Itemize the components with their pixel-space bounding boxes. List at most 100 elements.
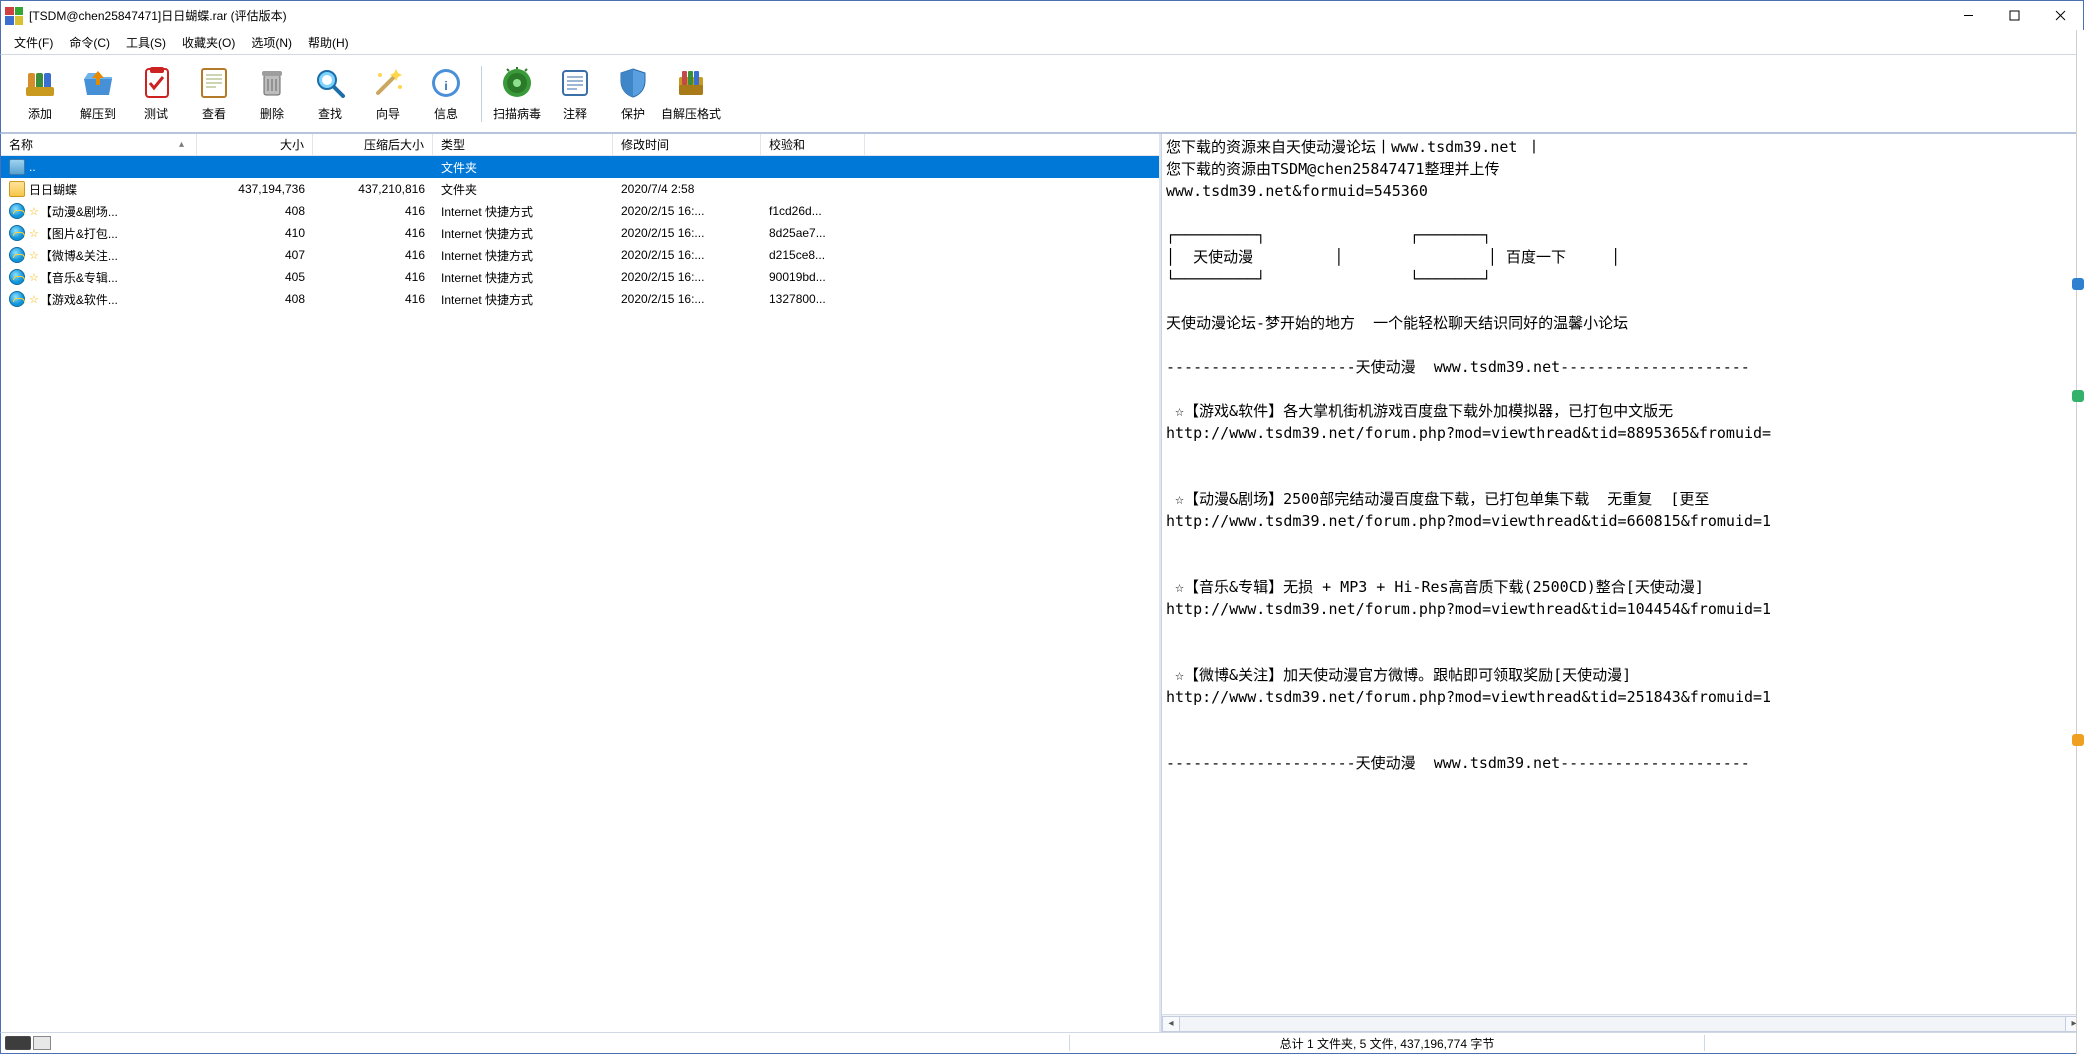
cell-crc — [761, 178, 865, 200]
toolbar-protect-button[interactable]: 保护 — [604, 63, 662, 124]
col-crc[interactable]: 校验和 — [761, 134, 865, 155]
comment-icon — [557, 65, 593, 101]
status-summary: 总计 1 文件夹, 5 文件, 437,196,774 字节 — [1078, 1035, 1696, 1052]
sort-asc-icon: ▴ — [179, 139, 184, 150]
info-icon: i — [428, 65, 464, 101]
folder-icon — [9, 181, 25, 197]
cell-mod: 2020/2/15 16:... — [613, 288, 761, 310]
toolbar-comment-button[interactable]: 注释 — [546, 63, 604, 124]
scroll-track[interactable] — [1180, 1016, 2065, 1032]
window-title: [TSDM@chen25847471]日日蝴蝶.rar (评估版本) — [29, 7, 1945, 24]
cell-mod: 2020/2/15 16:... — [613, 222, 761, 244]
comment-text[interactable]: 您下载的资源来自天使动漫论坛丨www.tsdm39.net 丨 您下载的资源由T… — [1162, 134, 2083, 1014]
cell-crc: 90019bd... — [761, 266, 865, 288]
table-row[interactable]: ☆【音乐&专辑...405416Internet 快捷方式2020/2/15 1… — [1, 266, 1159, 288]
table-row[interactable]: ☆【动漫&剧场...408416Internet 快捷方式2020/2/15 1… — [1, 200, 1159, 222]
scan-icon — [499, 65, 535, 101]
cell-name: ☆【微博&关注... — [1, 244, 197, 266]
star-icon: ☆ — [29, 205, 39, 218]
toolbar-scan-button[interactable]: 扫描病毒 — [488, 63, 546, 124]
cell-name: ☆【动漫&剧场... — [1, 200, 197, 222]
cell-size — [197, 156, 313, 178]
cell-mod: 2020/2/15 16:... — [613, 266, 761, 288]
internet-shortcut-icon — [9, 203, 25, 219]
cell-type: Internet 快捷方式 — [433, 288, 613, 310]
cell-crc: 1327800... — [761, 288, 865, 310]
close-button[interactable] — [2037, 1, 2083, 31]
svg-text:i: i — [444, 79, 447, 93]
file-list[interactable]: .. 文件夹日日蝴蝶437,194,736437,210,816文件夹2020/7… — [1, 156, 1159, 1032]
menu-item-1[interactable]: 命令(C) — [62, 32, 117, 53]
star-icon: ☆ — [29, 249, 39, 262]
cell-size: 410 — [197, 222, 313, 244]
toolbar-delete-button[interactable]: 删除 — [243, 63, 301, 124]
find-icon — [312, 65, 348, 101]
star-icon: ☆ — [29, 227, 39, 240]
table-row[interactable]: .. 文件夹 — [1, 156, 1159, 178]
adjacent-window-edge — [2076, 30, 2084, 1054]
test-icon — [138, 65, 174, 101]
menu-item-3[interactable]: 收藏夹(O) — [175, 32, 242, 53]
protect-icon — [615, 65, 651, 101]
scroll-left-button[interactable]: ◂ — [1162, 1016, 1180, 1032]
internet-shortcut-icon — [9, 269, 25, 285]
menu-item-4[interactable]: 选项(N) — [244, 32, 299, 53]
up-folder-icon — [9, 159, 25, 175]
toolbar-test-button[interactable]: 测试 — [127, 63, 185, 124]
main-area: 名称▴大小压缩后大小类型修改时间校验和 .. 文件夹日日蝴蝶437,194,736… — [0, 134, 2084, 1032]
toolbar-extract-button[interactable]: 解压到 — [69, 63, 127, 124]
toolbar: 添加解压到测试查看删除查找向导i信息扫描病毒注释保护自解压格式 — [0, 54, 2084, 134]
toolbar-separator — [481, 66, 482, 122]
internet-shortcut-icon — [9, 291, 25, 307]
col-name[interactable]: 名称▴ — [1, 134, 197, 155]
horizontal-scrollbar[interactable]: ◂ ▸ — [1162, 1014, 2083, 1032]
col-size[interactable]: 大小 — [197, 134, 313, 155]
menu-item-0[interactable]: 文件(F) — [7, 32, 60, 53]
toolbar-info-button[interactable]: i信息 — [417, 63, 475, 124]
keyboard-icon — [5, 1036, 31, 1050]
table-row[interactable]: 日日蝴蝶437,194,736437,210,816文件夹2020/7/4 2:… — [1, 178, 1159, 200]
internet-shortcut-icon — [9, 225, 25, 241]
menu-item-2[interactable]: 工具(S) — [119, 32, 173, 53]
cell-packed: 437,210,816 — [313, 178, 433, 200]
toolbar-add-button[interactable]: 添加 — [11, 63, 69, 124]
cell-packed: 416 — [313, 244, 433, 266]
cell-size: 408 — [197, 200, 313, 222]
cell-crc: 8d25ae7... — [761, 222, 865, 244]
extract-icon — [80, 65, 116, 101]
column-header[interactable]: 名称▴大小压缩后大小类型修改时间校验和 — [1, 134, 1159, 156]
internet-shortcut-icon — [9, 247, 25, 263]
toolbar-sfx-button[interactable]: 自解压格式 — [662, 63, 720, 124]
toolbar-wizard-button[interactable]: 向导 — [359, 63, 417, 124]
file-list-pane: 名称▴大小压缩后大小类型修改时间校验和 .. 文件夹日日蝴蝶437,194,736… — [1, 134, 1161, 1032]
cell-packed: 416 — [313, 266, 433, 288]
star-icon: ☆ — [29, 271, 39, 284]
cell-type: Internet 快捷方式 — [433, 266, 613, 288]
cell-crc: d215ce8... — [761, 244, 865, 266]
cell-type: 文件夹 — [433, 156, 613, 178]
table-row[interactable]: ☆【游戏&软件...408416Internet 快捷方式2020/2/15 1… — [1, 288, 1159, 310]
cell-size: 408 — [197, 288, 313, 310]
minimize-button[interactable] — [1945, 1, 1991, 31]
cell-name: .. — [1, 156, 197, 178]
cell-type: 文件夹 — [433, 178, 613, 200]
delete-icon — [254, 65, 290, 101]
cell-packed: 416 — [313, 200, 433, 222]
sfx-icon — [673, 65, 709, 101]
table-row[interactable]: ☆【微博&关注...407416Internet 快捷方式2020/2/15 1… — [1, 244, 1159, 266]
add-icon — [22, 65, 58, 101]
col-mod[interactable]: 修改时间 — [613, 134, 761, 155]
col-type[interactable]: 类型 — [433, 134, 613, 155]
cell-type: Internet 快捷方式 — [433, 222, 613, 244]
toolbar-view-button[interactable]: 查看 — [185, 63, 243, 124]
table-row[interactable]: ☆【图片&打包...410416Internet 快捷方式2020/2/15 1… — [1, 222, 1159, 244]
col-packed[interactable]: 压缩后大小 — [313, 134, 433, 155]
cell-packed: 416 — [313, 288, 433, 310]
cell-packed — [313, 156, 433, 178]
toolbar-find-button[interactable]: 查找 — [301, 63, 359, 124]
view-icon — [196, 65, 232, 101]
maximize-button[interactable] — [1991, 1, 2037, 31]
cell-size: 437,194,736 — [197, 178, 313, 200]
app-icon — [5, 7, 23, 25]
menu-item-5[interactable]: 帮助(H) — [301, 32, 356, 53]
